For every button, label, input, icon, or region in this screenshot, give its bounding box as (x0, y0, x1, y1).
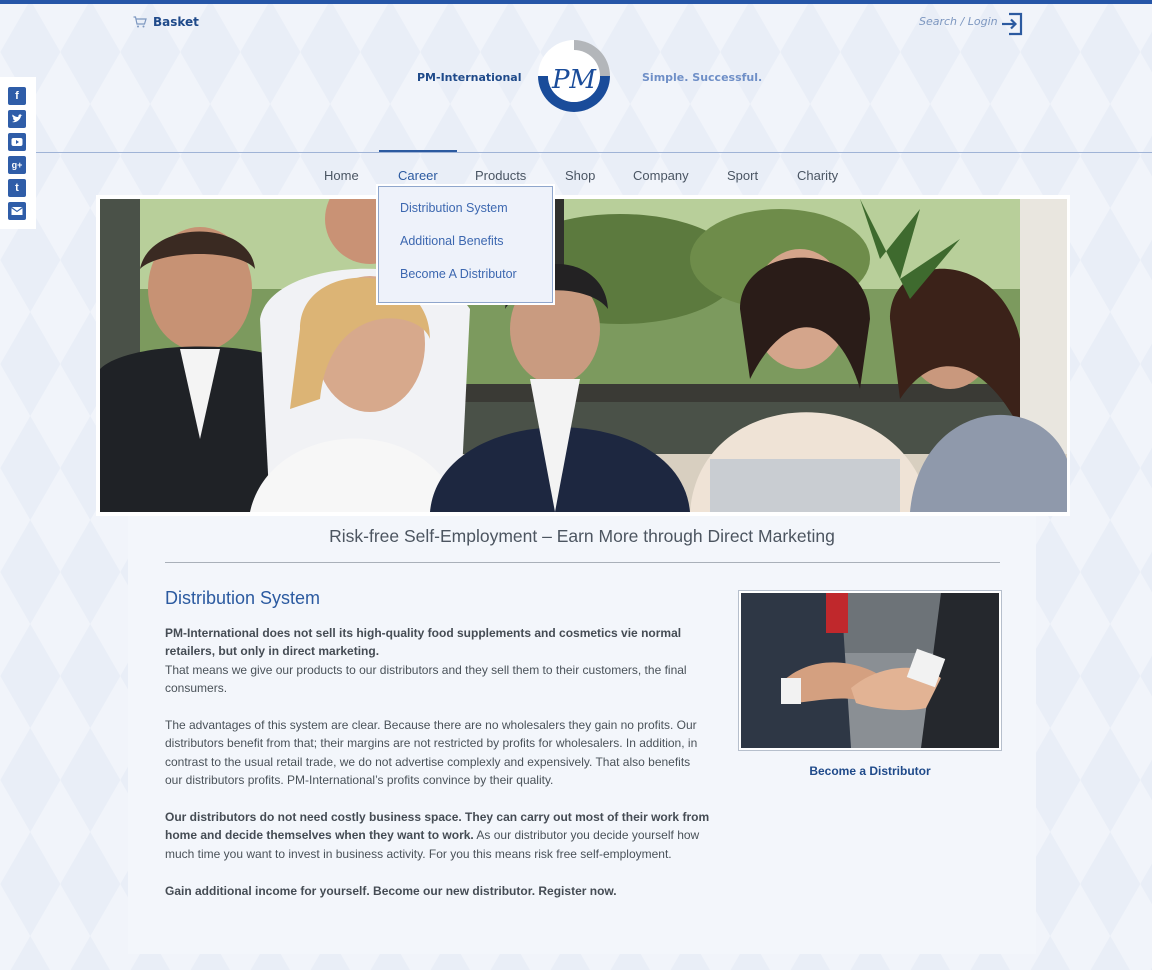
login-icon[interactable] (999, 11, 1025, 41)
paragraph-2: The advantages of this system are clear.… (165, 718, 698, 788)
social-sidebar: f g+ t (0, 77, 36, 229)
dropdown-item-become-distributor[interactable]: Become A Distributor (400, 267, 517, 281)
pm-logo[interactable]: PM (536, 36, 614, 120)
paragraph-1: PM-International does not sell its high-… (165, 624, 710, 698)
handshake-image[interactable] (741, 593, 999, 748)
headline-divider (165, 562, 1000, 563)
logo-letters: PM (551, 65, 597, 95)
hero-image-business-team (100, 199, 1067, 512)
cart-icon (133, 16, 147, 28)
tumblr-icon[interactable]: t (8, 179, 26, 197)
nav-shop[interactable]: Shop (565, 168, 595, 183)
paragraph-4-bold: Gain additional income for yourself. Bec… (165, 883, 617, 898)
basket-label: Basket (153, 15, 199, 29)
handshake-image-frame[interactable] (738, 590, 1002, 751)
brand-slogan: Simple. Successful. (642, 71, 763, 84)
page-headline: Risk-free Self-Employment – Earn More th… (329, 526, 835, 546)
paragraph-3: Our distributors do not need costly busi… (165, 808, 710, 863)
paragraph-1-bold: PM-International does not sell its high-… (165, 626, 682, 659)
youtube-icon[interactable] (8, 133, 26, 151)
section-title: Distribution System (165, 588, 321, 608)
nav-company[interactable]: Company (633, 168, 689, 183)
career-dropdown-menu: Distribution System Additional Benefits … (378, 186, 553, 303)
paragraph-4: Gain additional income for yourself. Bec… (165, 882, 710, 900)
paragraph-1-text: That means we give our products to our d… (165, 662, 687, 696)
nav-career[interactable]: Career (398, 168, 438, 183)
dropdown-item-additional-benefits[interactable]: Additional Benefits (400, 234, 504, 248)
become-distributor-link[interactable]: Become a Distributor (738, 764, 1002, 778)
nav-products[interactable]: Products (475, 168, 526, 183)
dropdown-item-distribution-system[interactable]: Distribution System (400, 201, 508, 215)
content-panel: Risk-free Self-Employment – Earn More th… (128, 516, 1036, 954)
brand-name: PM-International (417, 71, 522, 84)
article-body: PM-International does not sell its high-… (165, 624, 710, 918)
googleplus-icon[interactable]: g+ (8, 156, 26, 174)
email-icon[interactable] (8, 202, 26, 220)
header-divider (0, 152, 1152, 153)
search-login-link[interactable]: Search / Login (919, 15, 998, 28)
active-tab-indicator (379, 150, 457, 152)
twitter-icon[interactable] (8, 110, 26, 128)
nav-charity[interactable]: Charity (797, 168, 838, 183)
basket-link[interactable]: Basket (133, 15, 199, 29)
nav-sport[interactable]: Sport (727, 168, 758, 183)
nav-home[interactable]: Home (324, 168, 359, 183)
top-accent-bar (0, 0, 1152, 4)
facebook-icon[interactable]: f (8, 87, 26, 105)
